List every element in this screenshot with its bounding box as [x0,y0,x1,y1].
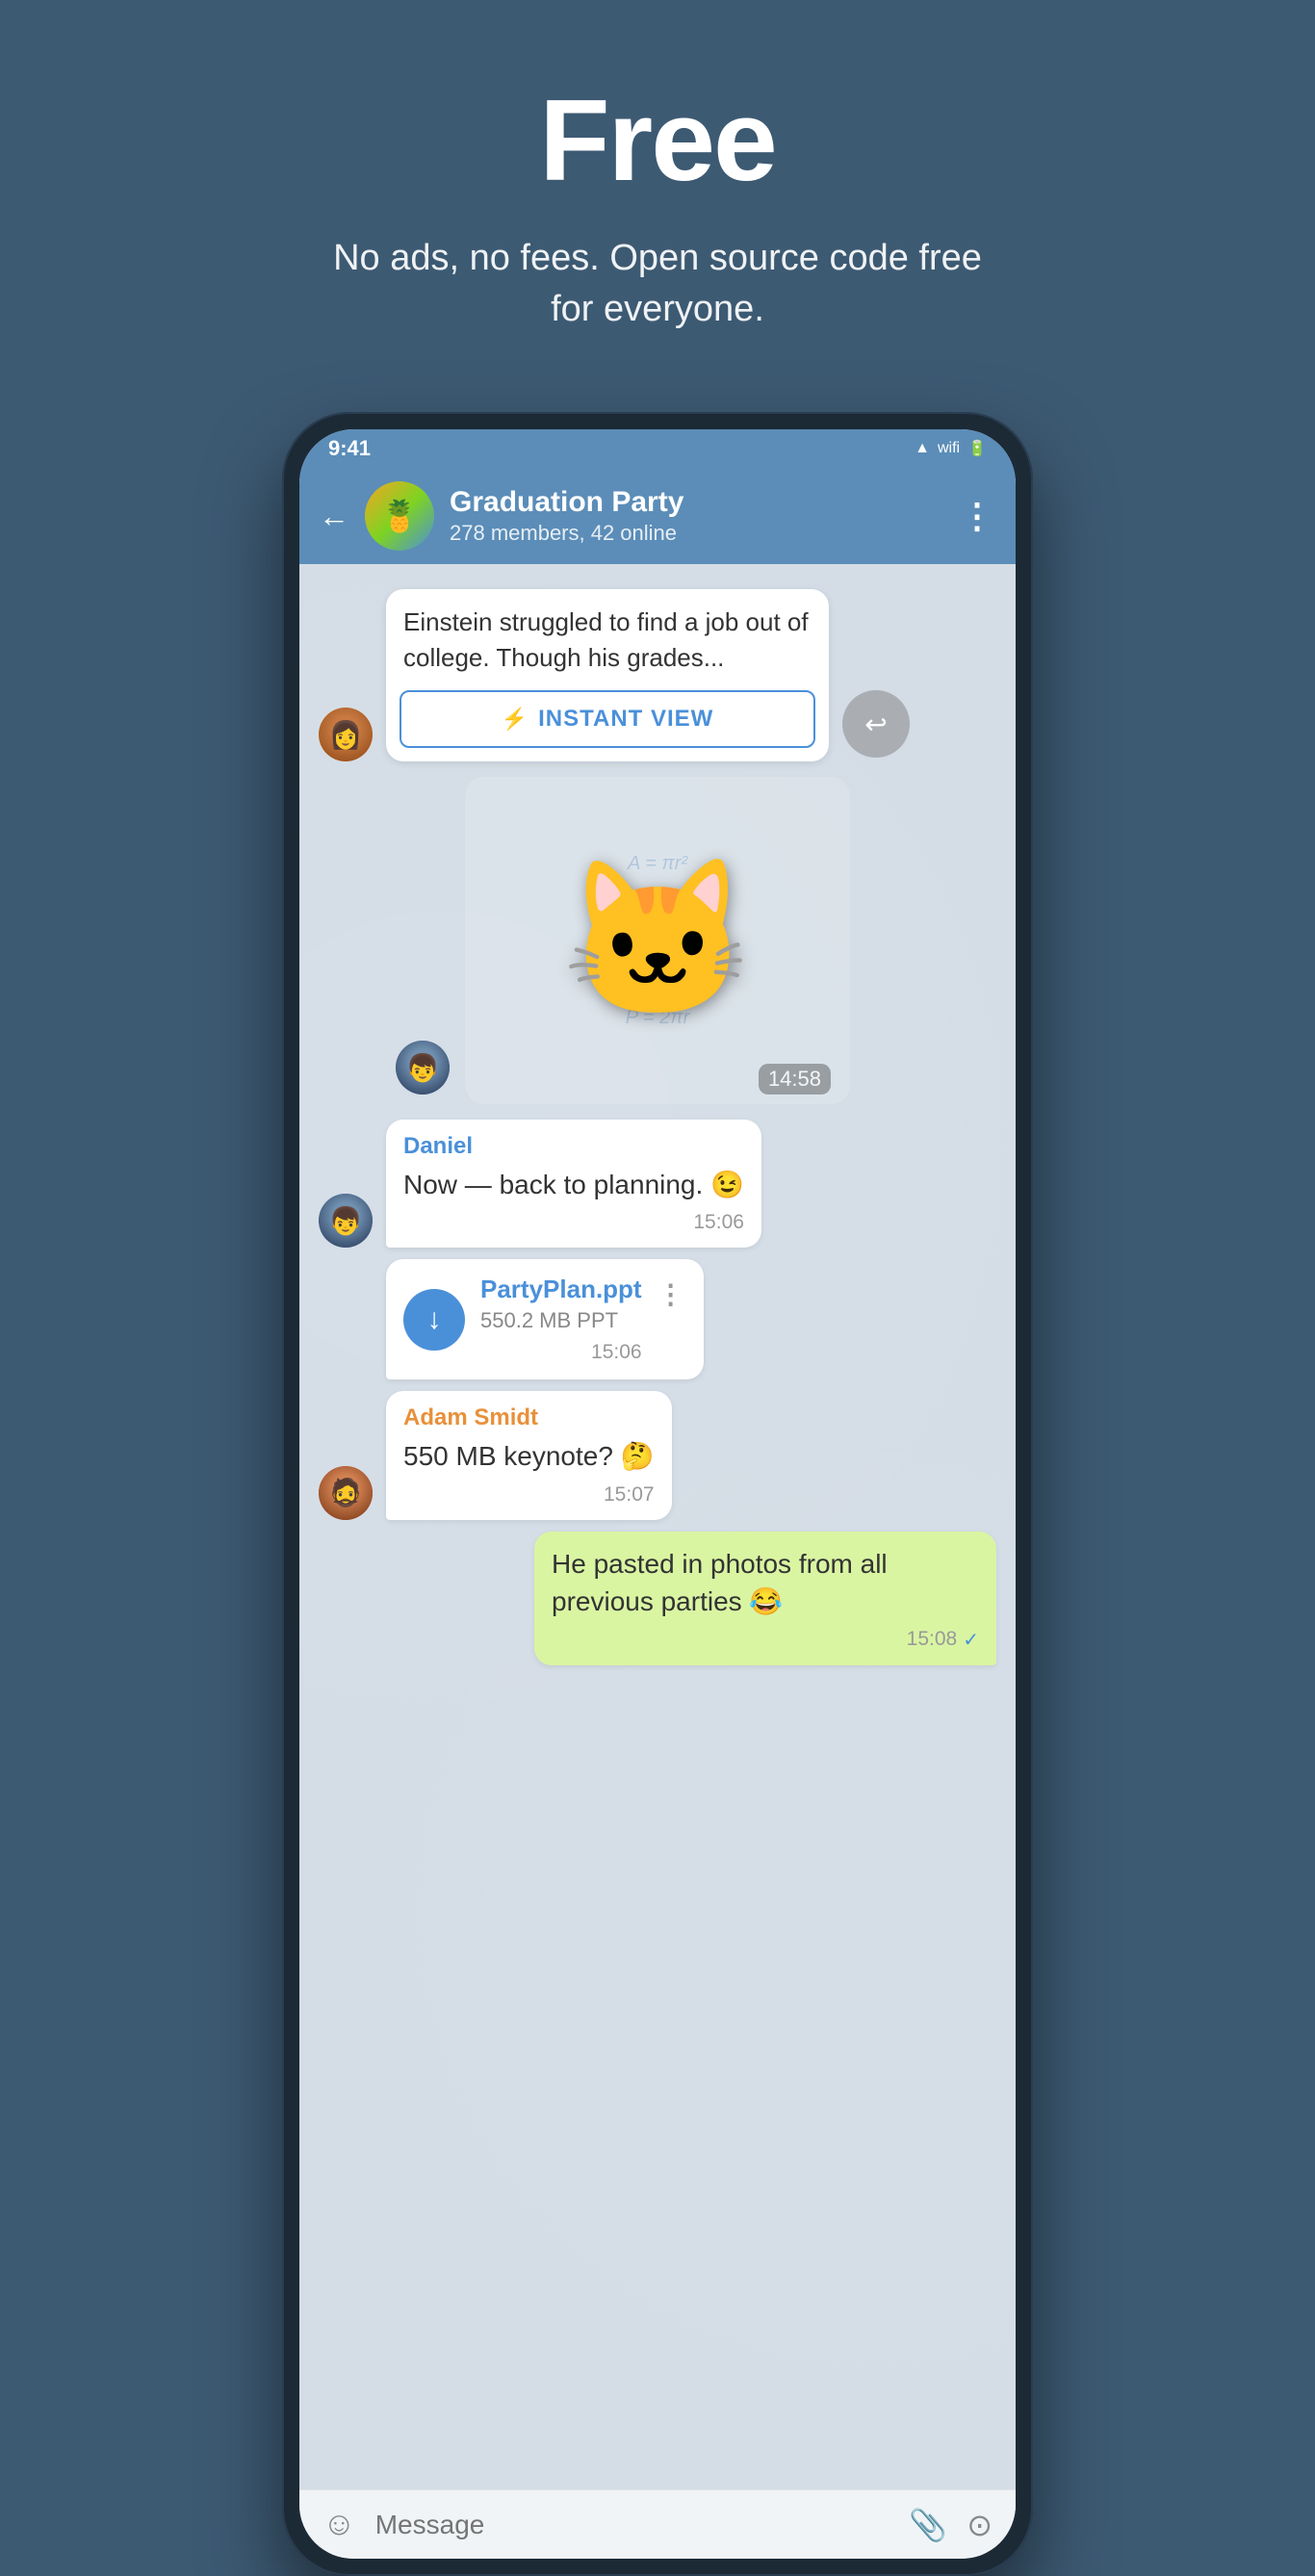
daniel-message-row: 👦 Daniel Now — back to planning. 😉 15:06 [299,1114,1016,1253]
chat-header: ← 🍍 Graduation Party 278 members, 42 onl… [299,468,1016,564]
cat-sticker-emoji: 🐱 [561,851,753,1031]
camera-button[interactable]: ⊙ [967,2507,993,2543]
article-text: Einstein struggled to find a job out of … [386,589,829,690]
lightning-icon: ⚡ [502,707,529,732]
wifi-icon: wifi [938,440,960,457]
status-time: 9:41 [328,436,371,461]
download-icon: ↓ [427,1303,442,1336]
user-avatar-girl: 👩 [319,708,373,761]
sticker-time: 14:58 [759,1064,831,1095]
self-bubble: He pasted in photos from all previous pa… [534,1532,996,1665]
adam-footer: 15:07 [403,1483,655,1507]
battery-icon: 🔋 [967,439,987,458]
adam-message-row: 🧔 Adam Smidt 550 MB keynote? 🤔 15:07 [299,1385,1016,1525]
self-footer: 15:08 ✓ [552,1628,979,1652]
emoji-button[interactable]: ☺ [322,2506,356,2543]
status-icons: ▲ wifi 🔋 [915,439,987,458]
group-info: Graduation Party 278 members, 42 online [450,486,944,546]
group-meta: 278 members, 42 online [450,521,944,546]
file-footer: 15:06 [480,1341,642,1364]
daniel-time: 15:06 [693,1211,744,1234]
self-message-row: He pasted in photos from all previous pa… [299,1526,1016,1671]
more-button[interactable]: ⋮ [960,496,996,536]
avatar-guy2-image: 🧔 [319,1466,373,1520]
status-bar: 9:41 ▲ wifi 🔋 [299,429,1016,468]
group-avatar: 🍍 [365,481,434,551]
message-input[interactable] [375,2510,890,2540]
self-time: 15:08 [907,1628,958,1651]
instant-view-label: INSTANT VIEW [538,706,713,733]
input-bar: ☺ 📎 ⊙ [299,2489,1016,2559]
file-info: PartyPlan.ppt 550.2 MB PPT 15:06 [480,1275,642,1364]
adam-name: Adam Smidt [403,1404,655,1431]
sticker-avatar: 👦 [396,1041,450,1095]
daniel-bubble: Daniel Now — back to planning. 😉 15:06 [386,1120,761,1248]
file-more-button[interactable]: ⋮ [658,1278,686,1310]
adam-time: 15:07 [604,1483,655,1507]
group-name: Graduation Party [450,486,944,519]
file-message-row: ↓ PartyPlan.ppt 550.2 MB PPT 15:06 ⋮ [299,1253,1016,1385]
hero-title: Free [39,77,1276,204]
file-size: 550.2 MB PPT [480,1308,642,1333]
signal-icon: ▲ [915,440,930,457]
article-message-row: 👩 Einstein struggled to find a job out o… [299,583,1016,767]
phone-outer: 9:41 ▲ wifi 🔋 ← 🍍 Graduation Party 278 m… [282,412,1033,2576]
user-avatar-guy2: 🧔 [319,1466,373,1520]
instant-view-button[interactable]: ⚡ INSTANT VIEW [400,690,815,748]
avatar-girl-image: 👩 [319,708,373,761]
avatar-guy1b-image: 👦 [319,1194,373,1248]
sticker-container: A = πr² V = l² s = √r²+h² A = πr² + πrs … [465,777,850,1104]
user-avatar-guy1-b: 👦 [319,1194,373,1248]
attach-button[interactable]: 📎 [909,2507,947,2543]
self-text: He pasted in photos from all previous pa… [552,1545,979,1620]
back-button[interactable]: ← [319,501,349,531]
article-card: Einstein struggled to find a job out of … [386,589,829,761]
file-time: 15:06 [591,1341,642,1364]
daniel-footer: 15:06 [403,1211,744,1234]
chat-spacer [299,1671,1016,1748]
hero-subtitle: No ads, no fees. Open source code free f… [321,233,994,335]
forward-button[interactable]: ↩ [842,690,910,758]
file-bubble: ↓ PartyPlan.ppt 550.2 MB PPT 15:06 ⋮ [386,1259,704,1379]
adam-text: 550 MB keynote? 🤔 [403,1437,655,1475]
file-name: PartyPlan.ppt [480,1275,642,1304]
cat-sticker: 🐱 [465,777,850,1104]
hero-section: Free No ads, no fees. Open source code f… [0,0,1315,393]
phone-screen: 9:41 ▲ wifi 🔋 ← 🍍 Graduation Party 278 m… [299,429,1016,2559]
avatar-guy1-image: 👦 [396,1041,450,1095]
daniel-name: Daniel [403,1133,744,1160]
message-check-icon: ✓ [963,1628,979,1652]
user-avatar-guy1: 👦 [396,1041,450,1095]
forward-icon: ↩ [864,708,887,740]
daniel-text: Now — back to planning. 😉 [403,1166,744,1203]
file-download-button[interactable]: ↓ [403,1289,465,1351]
adam-bubble: Adam Smidt 550 MB keynote? 🤔 15:07 [386,1391,672,1519]
chat-body: 👩 Einstein struggled to find a job out o… [299,564,1016,2489]
phone-mockup: 9:41 ▲ wifi 🔋 ← 🍍 Graduation Party 278 m… [282,412,1033,2576]
sticker-area: A = πr² V = l² s = √r²+h² A = πr² + πrs … [299,767,1016,1114]
